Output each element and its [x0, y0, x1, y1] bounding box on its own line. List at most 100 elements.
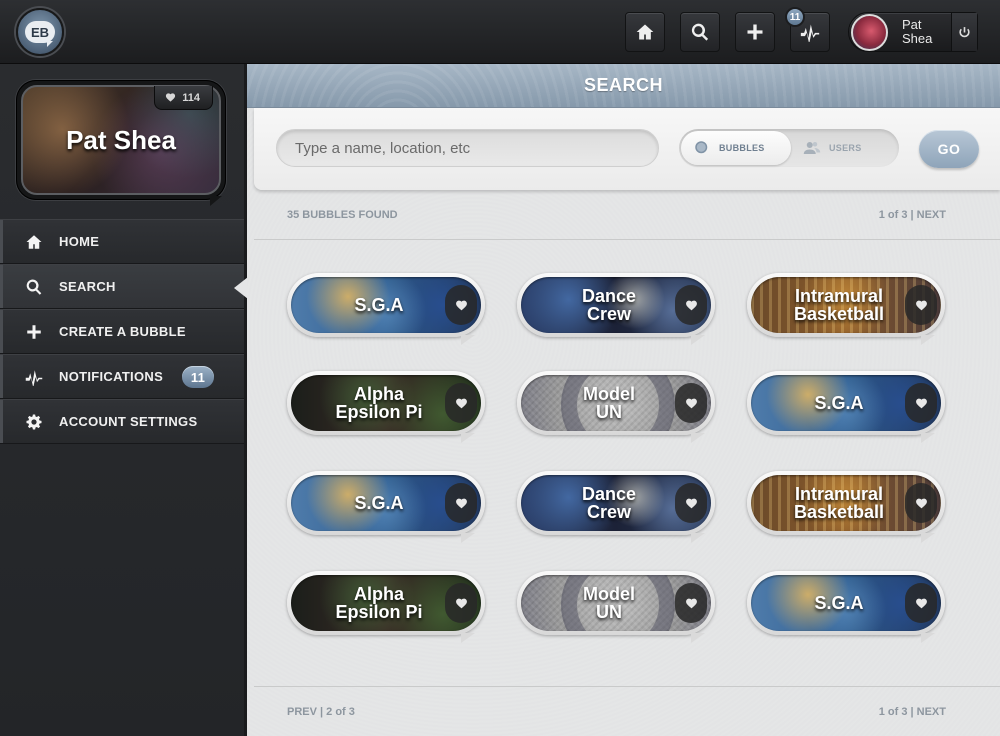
profile-card[interactable]: 114 Pat Shea	[16, 80, 226, 206]
main-content: SEARCH BUBBLES USERS GO	[247, 64, 1000, 736]
profile-photo: 114 Pat Shea	[21, 85, 221, 195]
pulse-icon	[24, 367, 44, 387]
bubble-title: Intramural Basketball	[793, 286, 885, 324]
pager-top[interactable]: 1 of 3 | NEXT	[879, 209, 946, 221]
bubble-title: Dance Crew	[581, 484, 637, 522]
like-button[interactable]	[905, 285, 937, 325]
toggle-users-label: USERS	[829, 143, 862, 153]
bubble-title: Intramural Basketball	[793, 484, 885, 522]
search-button[interactable]	[680, 12, 720, 52]
plus-icon	[24, 322, 44, 342]
bubble-grid: S.G.A Dance Crew Intramural Basketball Alph…	[254, 241, 1000, 686]
likes-count: 114	[182, 91, 200, 104]
notifications-badge: 11	[182, 366, 214, 388]
toggle-bubbles[interactable]: BUBBLES	[681, 131, 791, 165]
power-icon	[959, 26, 970, 37]
bubble-image: Alpha Epsilon Pi	[291, 375, 481, 431]
likes-badge[interactable]: 114	[154, 86, 213, 110]
like-button[interactable]	[675, 285, 707, 325]
search-input[interactable]	[276, 129, 659, 167]
pager-prev[interactable]: PREV | 2 of 3	[287, 706, 355, 718]
heart-icon	[455, 498, 467, 508]
search-icon	[691, 23, 709, 41]
bubble-card[interactable]: Model UN	[517, 571, 715, 643]
like-button[interactable]	[675, 483, 707, 523]
pager-bottom[interactable]: 1 of 3 | NEXT	[879, 706, 946, 718]
bubble-image: Alpha Epsilon Pi	[291, 575, 481, 631]
bubble-title: S.G.A	[814, 393, 864, 413]
home-icon	[636, 24, 654, 40]
sidebar-item-label: HOME	[59, 234, 100, 249]
like-button[interactable]	[445, 285, 477, 325]
heart-icon	[685, 398, 697, 408]
like-button[interactable]	[905, 483, 937, 523]
gear-icon	[24, 412, 44, 432]
bubble-card[interactable]: Intramural Basketball	[747, 273, 945, 345]
heart-icon	[915, 498, 927, 508]
bubble-image: S.G.A	[751, 575, 941, 631]
like-button[interactable]	[445, 583, 477, 623]
heart-icon	[685, 300, 697, 310]
bubble-image: Intramural Basketball	[751, 475, 941, 531]
sidebar-item-search[interactable]: SEARCH	[0, 264, 248, 309]
bubble-image: S.G.A	[751, 375, 941, 431]
bubble-card[interactable]: S.G.A	[747, 371, 945, 443]
toggle-bubbles-label: BUBBLES	[719, 143, 765, 153]
results-header: 35 BUBBLES FOUND 1 of 3 | NEXT	[254, 190, 1000, 240]
home-button[interactable]	[625, 12, 665, 52]
logout-button[interactable]	[951, 13, 977, 51]
toggle-users[interactable]: USERS	[803, 131, 893, 165]
like-button[interactable]	[445, 483, 477, 523]
activity-badge: 11	[785, 7, 805, 27]
bubble-title: S.G.A	[814, 593, 864, 613]
like-button[interactable]	[905, 583, 937, 623]
avatar[interactable]	[851, 14, 888, 51]
bubble-card[interactable]: S.G.A	[747, 571, 945, 643]
bubble-image: Model UN	[521, 375, 711, 431]
users-icon	[803, 142, 821, 154]
like-button[interactable]	[905, 383, 937, 423]
bubble-card[interactable]: Alpha Epsilon Pi	[287, 371, 485, 443]
logo-text: EB	[25, 21, 55, 47]
results-count: 35 BUBBLES FOUND	[287, 208, 398, 221]
like-button[interactable]	[445, 383, 477, 423]
like-button[interactable]	[675, 583, 707, 623]
bubble-card[interactable]: Model UN	[517, 371, 715, 443]
logo[interactable]: EB	[16, 8, 64, 56]
results-footer: PREV | 2 of 3 1 of 3 | NEXT	[254, 686, 1000, 736]
search-type-toggle[interactable]: BUBBLES USERS	[679, 129, 899, 167]
sidebar-item-home[interactable]: HOME	[0, 219, 244, 264]
user-first-name: Pat	[902, 17, 922, 32]
sidebar-item-create-bubble[interactable]: CREATE A BUBBLE	[0, 309, 244, 354]
bubble-card[interactable]: Dance Crew	[517, 273, 715, 345]
bubble-title: Model UN	[583, 584, 635, 622]
add-button[interactable]	[735, 12, 775, 52]
bubble-title: S.G.A	[354, 295, 404, 315]
sidebar-nav: HOME SEARCH CREATE A BUBBLE NOTIFICATION…	[0, 219, 248, 444]
plus-icon	[747, 24, 763, 40]
bubble-card[interactable]: Alpha Epsilon Pi	[287, 571, 485, 643]
user-last-name: Shea	[902, 31, 933, 46]
sidebar: 114 Pat Shea HOME SEARCH CREATE A BUBBLE	[0, 64, 248, 736]
sidebar-item-label: CREATE A BUBBLE	[59, 324, 186, 339]
bubble-card[interactable]: Intramural Basketball	[747, 471, 945, 543]
bubble-image: S.G.A	[291, 475, 481, 531]
bubble-title: Dance Crew	[581, 286, 637, 324]
active-indicator	[234, 277, 248, 299]
sidebar-item-account-settings[interactable]: ACCOUNT SETTINGS	[0, 399, 244, 444]
go-button[interactable]: GO	[919, 130, 979, 168]
bubble-card[interactable]: S.G.A	[287, 471, 485, 543]
heart-icon	[685, 598, 697, 608]
like-button[interactable]	[675, 383, 707, 423]
bubble-card[interactable]: S.G.A	[287, 273, 485, 345]
activity-button[interactable]: 11	[785, 7, 830, 52]
page-title: SEARCH	[247, 64, 1000, 108]
user-name: Pat Shea	[902, 18, 952, 46]
bubble-card[interactable]: Dance Crew	[517, 471, 715, 543]
profile-name: Pat Shea	[66, 124, 176, 155]
sidebar-item-notifications[interactable]: NOTIFICATIONS 11	[0, 354, 244, 399]
bubble-image: S.G.A	[291, 277, 481, 333]
bubble-image: Dance Crew	[521, 475, 711, 531]
user-menu[interactable]: Pat Shea	[848, 12, 978, 52]
search-panel: BUBBLES USERS GO	[254, 108, 1000, 190]
